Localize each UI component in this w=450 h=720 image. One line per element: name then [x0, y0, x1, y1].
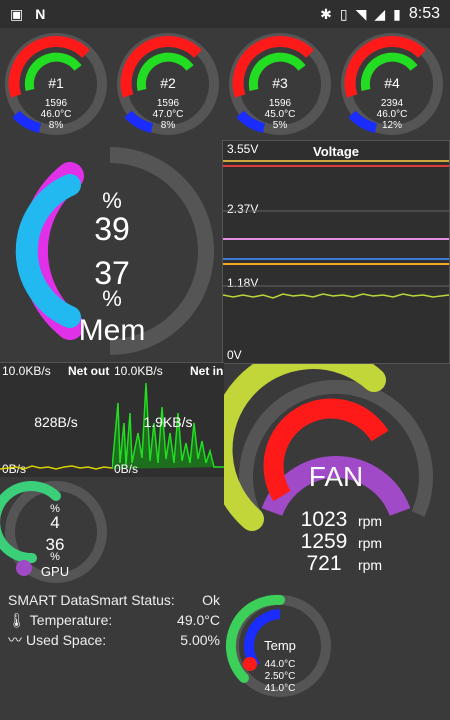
clock: 8:53 — [408, 5, 440, 22]
cpu-label: #3 — [272, 75, 288, 91]
status-bar: ▣ N ✱ ▯ ◥ ◢ ▮ 8:53 — [0, 0, 450, 28]
fan-unit-3: rpm — [358, 557, 382, 573]
voltage-line-green — [222, 293, 450, 299]
smart-temp-value: 49.0°C — [177, 612, 220, 628]
cpu-gauge-2: #2 1596 47.0°C 8% — [117, 33, 219, 135]
gpu-value-1: 4 — [50, 513, 59, 532]
cpu-load: 8% — [49, 120, 64, 131]
voltage-tick-2: 2.37V — [227, 202, 258, 216]
fan-rpm-1: 1023 — [301, 508, 348, 531]
gpu-label: GPU — [41, 564, 69, 579]
fan-unit-2: rpm — [358, 535, 382, 551]
mem-pct-symbol-top: % — [102, 188, 122, 213]
smart-status-value: Ok — [202, 592, 220, 608]
mem-pct-symbol-bottom: % — [102, 286, 122, 311]
cpu-freq: 1596 — [157, 98, 180, 109]
cpu-freq: 1596 — [45, 98, 68, 109]
net-out-panel: 10.0KB/s Net out 828B/s 0B/s — [0, 362, 113, 477]
temp-value-2: 2.50°C — [265, 671, 296, 682]
temp-value-1: 44.0°C — [265, 659, 296, 670]
wifi-icon: ◥ — [355, 5, 367, 22]
cpu-load: 12% — [382, 120, 402, 131]
voltage-chart: Voltage 3.55V 2.37V 1.18V 0V — [222, 142, 450, 362]
net-in-title: Net in — [190, 364, 223, 378]
fan-unit-1: rpm — [358, 513, 382, 529]
net-in-chart: 10.0KB/s Net in 1.9KB/s 0B/s — [111, 364, 224, 476]
cpu-temp: 46.0°C — [41, 109, 72, 120]
smart-space-row: 〰 Used Space: 5.00% — [8, 630, 220, 650]
voltage-panel: Voltage 3.55V 2.37V 1.18V 0V — [222, 140, 450, 364]
pulse-icon: 〰 — [8, 632, 22, 648]
n-badge-icon: N — [35, 6, 46, 22]
mem-label: Mem — [79, 314, 146, 347]
temp-value-3: 41.0°C — [265, 683, 296, 694]
net-in-min: 0B/s — [114, 462, 138, 476]
cpu-temp: 47.0°C — [153, 109, 184, 120]
cpu-temp: 45.0°C — [265, 109, 296, 120]
net-out-max: 10.0KB/s — [2, 364, 51, 378]
net-out-current: 828B/s — [34, 414, 78, 430]
voltage-title: Voltage — [313, 144, 359, 159]
cpu-gauges: #1 1596 46.0°C 8% #2 1596 47.0°C 8% #3 1… — [5, 33, 443, 135]
cpu-freq: 1596 — [269, 98, 292, 109]
net-out-chart: 10.0KB/s Net out 828B/s 0B/s — [0, 364, 113, 476]
battery-icon: ▮ — [393, 5, 401, 22]
gpu-pct-symbol-bottom: % — [50, 551, 60, 563]
smart-space-value: 5.00% — [180, 632, 220, 648]
voltage-tick-top: 3.55V — [227, 142, 258, 156]
temp-label: Temp — [264, 638, 296, 653]
fan-gauge: FAN 1023 rpm 1259 rpm 721 rpm — [224, 364, 433, 575]
cpu-load: 5% — [273, 120, 288, 131]
smart-temp-label: Temperature: — [29, 612, 113, 628]
cpu-gauge-3: #3 1596 45.0°C 5% — [229, 33, 331, 135]
cpu-label: #4 — [384, 75, 400, 91]
cpu-gauge-1: #1 1596 46.0°C 8% — [5, 33, 107, 135]
cpu-gauge-4: #4 2394 46.0°C 12% — [341, 33, 443, 135]
fan-label: FAN — [309, 461, 363, 492]
bluetooth-icon: ✱ — [320, 5, 332, 22]
net-in-current: 1.9KB/s — [143, 414, 192, 430]
smart-temp-row: 🌡 Temperature: 49.0°C — [8, 610, 220, 630]
net-in-panel: 10.0KB/s Net in 1.9KB/s 0B/s — [111, 362, 224, 477]
smart-title: SMART DataSmart Status: — [8, 592, 175, 608]
smart-panel: SMART DataSmart Status: Ok 🌡 Temperature:… — [8, 590, 220, 650]
cpu-label: #1 — [48, 75, 64, 91]
fan-rpm-3: 721 — [306, 552, 341, 575]
mem-value-1: 39 — [94, 211, 130, 247]
image-icon: ▣ — [10, 5, 24, 22]
smart-space-label: Used Space: — [26, 632, 107, 648]
smart-status-row: SMART DataSmart Status: Ok — [8, 590, 220, 610]
vibrate-icon: ▯ — [339, 5, 348, 22]
voltage-tick-bottom: 0V — [227, 348, 242, 362]
fan-rpm-2: 1259 — [301, 530, 348, 553]
cpu-freq: 2394 — [381, 98, 404, 109]
voltage-tick-3: 1.18V — [227, 276, 258, 290]
net-in-max: 10.0KB/s — [114, 364, 163, 378]
signal-icon: ◢ — [374, 5, 386, 22]
thermometer-icon: 🌡 — [8, 611, 26, 628]
cpu-load: 8% — [161, 120, 176, 131]
gpu-gauge: % 4 36 % GPU — [0, 481, 107, 583]
net-out-title: Net out — [68, 364, 109, 378]
mem-gauge: % 39 37 % Mem — [15, 147, 214, 355]
cpu-temp: 46.0°C — [377, 109, 408, 120]
temp-gauge: Temp 44.0°C 2.50°C 41.0°C — [226, 594, 331, 697]
cpu-label: #2 — [160, 75, 176, 91]
